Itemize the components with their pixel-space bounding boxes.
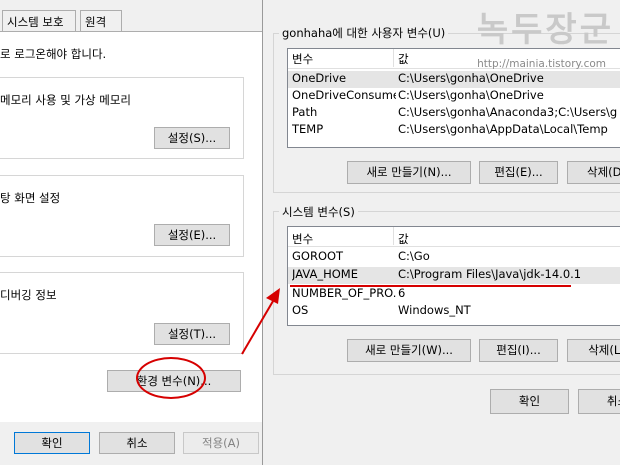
table-row[interactable]: OneDriveConsumer C:\Users\gonha\OneDrive <box>288 88 620 105</box>
admin-notice: 로 로그온해야 합니다. <box>0 47 107 61</box>
system-variables-header: 변수 값 <box>288 227 620 247</box>
startup-recovery-label: 디버깅 정보 <box>0 288 57 302</box>
table-row[interactable]: GOROOT C:\Go <box>288 249 620 266</box>
env-ok-button[interactable]: 확인 <box>490 389 569 414</box>
variable-name: JAVA_HOME <box>292 267 358 281</box>
variable-name: NUMBER_OF_PRO... <box>292 286 396 300</box>
variable-value: C:\Program Files\Java\jdk-14.0.1 <box>398 267 582 281</box>
system-properties-dialog: 시스템 보호 원격 로 로그온해야 합니다. 메모리 사용 및 가상 메모리 설… <box>0 0 262 465</box>
system-variables-legend: 시스템 변수(S) <box>279 204 358 220</box>
variable-name: OneDriveConsumer <box>292 88 396 102</box>
variable-name: OS <box>292 303 309 317</box>
performance-group: 메모리 사용 및 가상 메모리 설정(S)... <box>0 77 244 159</box>
column-header-variable[interactable]: 변수 <box>292 51 396 67</box>
column-header-variable[interactable]: 변수 <box>292 231 396 247</box>
user-profiles-settings-button[interactable]: 설정(E)... <box>154 224 230 246</box>
variable-name: OneDrive <box>292 71 347 85</box>
system-new-button[interactable]: 새로 만들기(W)... <box>347 339 471 362</box>
variable-value: C:\Users\gonha\OneDrive <box>398 71 544 85</box>
user-delete-button[interactable]: 삭제(D) <box>567 161 620 184</box>
advanced-tab-panel: 로 로그온해야 합니다. 메모리 사용 및 가상 메모리 설정(S)... 탕 … <box>0 31 262 422</box>
table-row[interactable]: OneDrive C:\Users\gonha\OneDrive <box>288 71 620 88</box>
variable-name: Path <box>292 105 318 119</box>
tab-system-protection[interactable]: 시스템 보호 <box>2 10 76 32</box>
apply-button[interactable]: 적용(A) <box>183 432 259 454</box>
table-row[interactable]: NUMBER_OF_PRO... 6 <box>288 286 620 303</box>
env-cancel-button[interactable]: 취소 <box>578 389 620 414</box>
variable-value: Windows_NT <box>398 303 471 317</box>
user-profiles-label: 탕 화면 설정 <box>0 191 61 205</box>
variable-name: GOROOT <box>292 249 344 263</box>
table-row[interactable]: TEMP C:\Users\gonha\AppData\Local\Temp <box>288 122 620 139</box>
variable-value: 6 <box>398 286 406 300</box>
performance-settings-button[interactable]: 설정(S)... <box>154 127 230 149</box>
user-variables-legend: gonhaha에 대한 사용자 변수(U) <box>279 25 449 41</box>
variable-value: C:\Users\gonha\AppData\Local\Temp <box>398 122 608 136</box>
column-header-value[interactable]: 값 <box>398 51 409 67</box>
system-variables-list[interactable]: 변수 값 GOROOT C:\Go JAVA_HOME C:\Program F… <box>287 226 620 326</box>
table-row-selected[interactable]: JAVA_HOME C:\Program Files\Java\jdk-14.0… <box>288 267 620 284</box>
system-delete-button[interactable]: 삭제(L) <box>567 339 620 362</box>
environment-button-highlight-circle <box>136 357 206 399</box>
table-row[interactable]: OS Windows_NT <box>288 303 620 320</box>
system-edit-button[interactable]: 편집(I)... <box>479 339 558 362</box>
table-row[interactable]: Path C:\Users\gonha\Anaconda3;C:\Users\g <box>288 105 620 122</box>
startup-recovery-settings-button[interactable]: 설정(T)... <box>154 323 230 345</box>
ok-button[interactable]: 확인 <box>14 432 90 454</box>
variable-value: C:\Go <box>398 249 430 263</box>
variable-value: C:\Users\gonha\Anaconda3;C:\Users\g <box>398 105 618 119</box>
watermark-title: 녹두장군 <box>476 10 614 50</box>
watermark-url: http://mainia.tistory.com <box>477 58 606 70</box>
java-home-highlight-underline <box>290 285 571 287</box>
cancel-button[interactable]: 취소 <box>99 432 175 454</box>
user-new-button[interactable]: 새로 만들기(N)... <box>347 161 471 184</box>
annotation-arrow-icon <box>241 288 280 355</box>
performance-label: 메모리 사용 및 가상 메모리 <box>0 93 132 107</box>
user-edit-button[interactable]: 편집(E)... <box>479 161 558 184</box>
tab-remote[interactable]: 원격 <box>80 10 122 32</box>
user-profiles-group: 탕 화면 설정 설정(E)... <box>0 175 244 257</box>
column-header-value[interactable]: 값 <box>398 231 409 247</box>
startup-recovery-group: 디버깅 정보 설정(T)... <box>0 272 244 354</box>
variable-name: TEMP <box>292 122 324 136</box>
variable-value: C:\Users\gonha\OneDrive <box>398 88 544 102</box>
